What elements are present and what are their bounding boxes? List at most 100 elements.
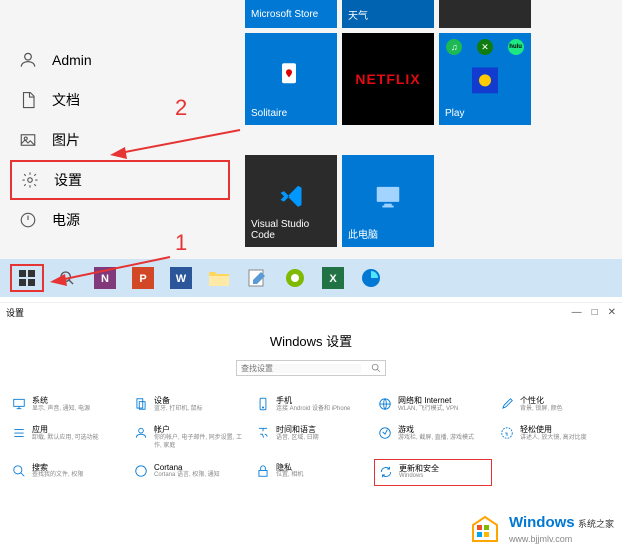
setting-devices[interactable]: 设备蓝牙, 打印机, 鼠标 [130, 392, 248, 417]
setting-desc: 游戏栏, 截屏, 直播, 游戏模式 [398, 435, 474, 443]
setting-title: 游戏 [398, 425, 474, 435]
menu-label: 设置 [54, 170, 82, 190]
watermark-main: Windows [509, 514, 575, 531]
phone-icon [256, 397, 270, 411]
setting-title: 轻松使用 [520, 425, 587, 435]
setting-desc: WLAN, 飞行模式, VPN [398, 406, 458, 414]
titlebar: 设置 — □ ✕ [0, 303, 622, 321]
tile-label: Microsoft Store [251, 9, 318, 20]
annotation-arrow-2 [105, 125, 245, 165]
tile-microsoft-store[interactable]: Microsoft Store [245, 0, 337, 28]
gaming-icon [378, 426, 392, 440]
setting-title: 应用 [32, 425, 99, 435]
tile-label: 此电脑 [348, 226, 428, 241]
start-menu-settings[interactable]: 设置 [10, 160, 230, 200]
watermark-sub2: www.bjjmlv.com [509, 534, 572, 544]
account-icon [134, 426, 148, 440]
setting-desc: 蓝牙, 打印机, 鼠标 [154, 406, 203, 414]
power-icon [18, 210, 38, 230]
setting-title: 系统 [32, 396, 90, 406]
system-icon [12, 397, 26, 411]
setting-desc: Cortana 语言, 权限, 通知 [154, 472, 220, 480]
disney-icon [472, 67, 498, 96]
setting-system[interactable]: 系统显示, 声音, 通知, 电源 [8, 392, 126, 417]
time-icon [256, 426, 270, 440]
search-icon [12, 464, 26, 478]
setting-gaming[interactable]: 游戏游戏栏, 截屏, 直播, 游戏模式 [374, 421, 492, 454]
watermark-logo-icon [467, 511, 503, 547]
menu-label: 文档 [52, 90, 80, 110]
tile-weather[interactable]: 天气 [342, 0, 434, 28]
taskbar-explorer-icon[interactable] [204, 263, 234, 293]
start-button[interactable] [10, 264, 44, 292]
start-menu-power[interactable]: 电源 [0, 200, 240, 240]
setting-title: 搜索 [32, 463, 83, 473]
setting-desc: Windows [399, 473, 439, 481]
start-tiles: Microsoft Store 天气 Solitaire NETFLIX ♫ ✕… [240, 0, 622, 297]
setting-desc: 讲述人, 放大镜, 高对比度 [520, 435, 587, 443]
setting-desc: 你的帐户, 电子邮件, 同步设置, 工作, 家庭 [154, 435, 244, 451]
settings-page-title: Windows 设置 [0, 331, 622, 350]
setting-update-security[interactable]: 更新和安全Windows [374, 459, 492, 486]
setting-title: Cortana [154, 463, 220, 473]
apps-icon [12, 426, 26, 440]
gear-icon [20, 170, 40, 190]
annotation-number-1: 1 [175, 230, 187, 256]
setting-network[interactable]: 网络和 InternetWLAN, 飞行模式, VPN [374, 392, 492, 417]
settings-window-screenshot: 设置 — □ ✕ Windows 设置 系统显示, 声音, 通知, 电源 设备蓝… [0, 302, 622, 555]
setting-accounts[interactable]: 帐户你的帐户, 电子邮件, 同步设置, 工作, 家庭 [130, 421, 248, 454]
setting-title: 隐私 [276, 463, 303, 473]
annotation-number-2: 2 [175, 95, 187, 121]
tile-this-pc[interactable]: 此电脑 [342, 155, 434, 247]
menu-label: Admin [52, 52, 92, 68]
settings-search-box[interactable] [236, 360, 386, 376]
tile-label: 天气 [348, 7, 368, 22]
tile-netflix[interactable]: NETFLIX [342, 33, 434, 125]
tile-blank-1[interactable] [439, 0, 531, 28]
setting-apps[interactable]: 应用卸载, 默认应用, 可选功能 [8, 421, 126, 454]
start-menu-documents[interactable]: 文档 [0, 80, 240, 120]
setting-desc: 卸载, 默认应用, 可选功能 [32, 435, 99, 443]
taskbar-app-icon[interactable] [280, 263, 310, 293]
brush-icon [500, 397, 514, 411]
setting-ease-of-access[interactable]: 轻松使用讲述人, 放大镜, 高对比度 [496, 421, 614, 454]
globe-icon [378, 397, 392, 411]
taskbar-notepad-icon[interactable] [242, 263, 272, 293]
watermark: Windows 系统之家 www.bjjmlv.com [467, 511, 614, 547]
search-icon [371, 363, 381, 373]
annotation-arrow-1 [45, 252, 175, 292]
taskbar-excel-icon[interactable]: X [318, 263, 348, 293]
setting-search[interactable]: 搜索查找我的文件, 权限 [8, 459, 126, 486]
setting-privacy[interactable]: 隐私位置, 相机 [252, 459, 370, 486]
tile-vscode[interactable]: Visual Studio Code [245, 155, 337, 247]
setting-personalization[interactable]: 个性化背景, 锁屏, 颜色 [496, 392, 614, 417]
setting-title: 网络和 Internet [398, 396, 458, 406]
setting-desc: 语音, 区域, 日期 [276, 435, 319, 443]
setting-title: 帐户 [154, 425, 244, 435]
tile-solitaire[interactable]: Solitaire [245, 33, 337, 125]
setting-desc: 背景, 锁屏, 颜色 [520, 406, 563, 414]
setting-desc: 显示, 声音, 通知, 电源 [32, 406, 90, 414]
tile-play[interactable]: ♫ ✕ hulu Play [439, 33, 531, 125]
menu-label: 电源 [52, 210, 80, 230]
close-button[interactable]: ✕ [608, 307, 616, 318]
minimize-button[interactable]: — [572, 307, 582, 318]
monitor-icon [373, 181, 403, 214]
document-icon [18, 90, 38, 110]
setting-desc: 查找我的文件, 权限 [32, 472, 83, 480]
setting-cortana[interactable]: CortanaCortana 语言, 权限, 通知 [130, 459, 248, 486]
accessibility-icon [500, 426, 514, 440]
start-menu-user[interactable]: Admin [0, 40, 240, 80]
setting-time-language[interactable]: 时间和语言语音, 区域, 日期 [252, 421, 370, 454]
setting-title: 更新和安全 [399, 464, 439, 474]
maximize-button[interactable]: □ [592, 307, 598, 318]
cortana-icon [134, 464, 148, 478]
tile-label: Solitaire [251, 108, 331, 119]
devices-icon [134, 397, 148, 411]
taskbar-edge-icon[interactable] [356, 263, 386, 293]
netflix-logo: NETFLIX [355, 71, 420, 87]
settings-search-input[interactable] [241, 364, 361, 373]
setting-phone[interactable]: 手机连接 Android 设备和 iPhone [252, 392, 370, 417]
cards-icon [276, 59, 306, 92]
tile-label: Play [445, 108, 525, 119]
